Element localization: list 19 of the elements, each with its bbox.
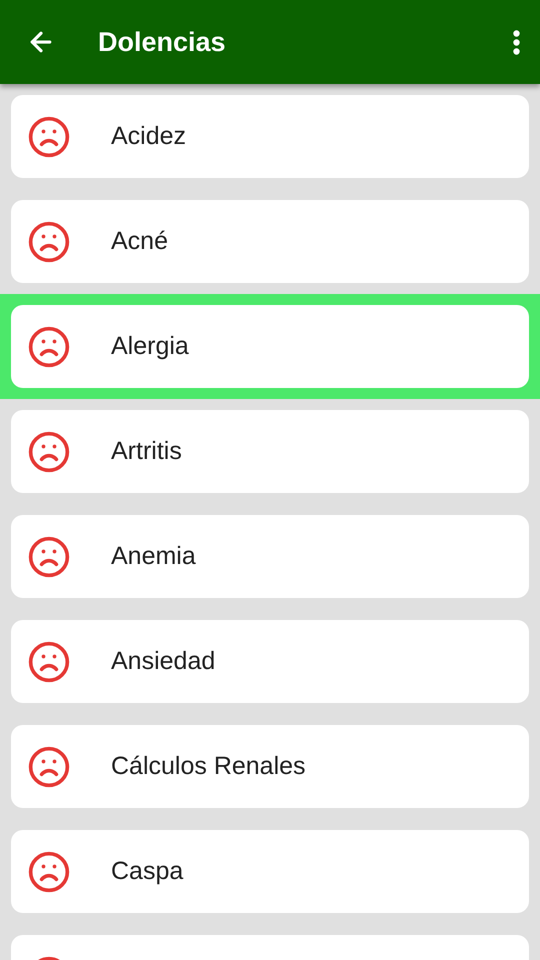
sad-face-icon [27,220,71,264]
list-item[interactable]: Caspa [11,830,529,913]
sad-face-icon [27,640,71,684]
sad-face-icon [27,430,71,474]
sad-face-icon [27,534,71,578]
list-item[interactable]: Cálculos Renales [11,725,529,808]
list-item[interactable]: Acné [11,200,529,283]
sad-face-icon [27,324,71,368]
sad-face-icon [27,114,71,158]
sad-face-icon [27,744,71,788]
list-item[interactable]: Acidez [11,95,529,178]
list-item[interactable]: Ansiedad [11,620,529,703]
sad-face-icon [27,850,71,894]
app-bar-title: Dolencias [98,26,227,58]
list-item[interactable]: Anemia [11,515,529,598]
more-options-button[interactable] [513,30,520,54]
list-item[interactable]: Alergia [11,305,529,388]
list-item[interactable]: Artritis [11,410,529,493]
more-vertical-icon [513,30,520,54]
